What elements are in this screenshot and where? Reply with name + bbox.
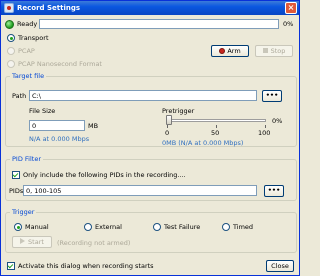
pid-filter-checkbox[interactable] xyxy=(12,171,20,179)
trigger-status: (Recording not armed) xyxy=(57,239,131,247)
activate-dialog-label: Activate this dialog when recording star… xyxy=(18,262,154,270)
trigger-radio-external[interactable] xyxy=(84,223,92,231)
pretrigger-tick xyxy=(265,125,266,128)
play-icon xyxy=(20,238,26,244)
file-size-unit: MB xyxy=(88,122,99,130)
trigger-label-timed: Timed xyxy=(233,223,254,231)
pretrigger-label: Pretrigger xyxy=(162,107,195,115)
file-size-label: File Size xyxy=(29,107,56,115)
pretrigger-tick-label-50: 50 xyxy=(211,129,220,137)
trigger-radio-timed[interactable] xyxy=(222,223,230,231)
title-bar[interactable]: Record Settings × xyxy=(1,1,299,15)
record-dot-icon xyxy=(219,48,226,54)
pretrigger-tick-label-0: 0 xyxy=(165,129,170,137)
mode-radio-transport[interactable] xyxy=(7,34,15,42)
ready-led-icon xyxy=(5,20,14,29)
trigger-radio-manual[interactable] xyxy=(14,223,22,231)
pretrigger-rate: 0MB (N/A at 0.000 Mbps) xyxy=(162,139,244,147)
target-file-title: Target file xyxy=(10,72,47,80)
window-title: Record Settings xyxy=(17,4,81,12)
mode-label-pcap: PCAP xyxy=(18,47,35,55)
file-size-rate: N/A at 0.000 Mbps xyxy=(29,135,90,143)
pretrigger-slider-thumb[interactable] xyxy=(166,115,172,125)
pid-filter-checkbox-label: Only include the following PIDs in the r… xyxy=(23,171,186,179)
browse-pids-button[interactable]: ••• xyxy=(264,185,284,197)
progress-percent: 0% xyxy=(283,20,294,28)
pids-input[interactable]: 0, 100-105 xyxy=(23,185,257,196)
trigger-label-test-failure: Test Failure xyxy=(164,223,201,231)
arm-button[interactable]: Arm xyxy=(211,45,249,57)
trigger-label-manual: Manual xyxy=(25,223,49,231)
status-row: Ready 0% xyxy=(5,19,297,30)
browse-path-button[interactable]: ••• xyxy=(262,90,282,102)
pid-filter-title: PID Filter xyxy=(10,155,44,163)
ready-label: Ready xyxy=(17,20,38,28)
pids-label: PIDs xyxy=(9,187,24,195)
record-icon xyxy=(4,3,14,13)
recording-progress-bar xyxy=(39,19,279,29)
activate-dialog-checkbox[interactable] xyxy=(7,262,15,270)
mode-radio-pcap[interactable] xyxy=(7,47,15,55)
pretrigger-tick-label-100: 100 xyxy=(258,129,271,137)
mode-label-pcap-nanosecond: PCAP Nanosecond Format xyxy=(18,60,102,68)
trigger-radio-test-failure[interactable] xyxy=(153,223,161,231)
stop-button[interactable]: Stop xyxy=(255,45,293,57)
path-input[interactable]: C:\ xyxy=(29,90,257,101)
close-button[interactable]: Close xyxy=(266,260,294,272)
mode-label-transport: Transport xyxy=(18,34,49,42)
pretrigger-percent: 0% xyxy=(272,117,283,125)
start-button-label: Start xyxy=(28,238,44,246)
stop-square-icon xyxy=(262,48,268,53)
close-window-button[interactable]: × xyxy=(285,2,297,14)
mode-radio-pcap-nanosecond[interactable] xyxy=(7,60,15,68)
trigger-label-external: External xyxy=(95,223,122,231)
path-label: Path xyxy=(12,92,27,100)
pretrigger-tick xyxy=(167,125,168,128)
file-size-input[interactable]: 0 xyxy=(29,120,85,131)
stop-button-label: Stop xyxy=(270,47,286,55)
record-settings-dialog: Record Settings × Ready 0% Transport PCA… xyxy=(0,0,300,276)
trigger-title: Trigger xyxy=(10,208,37,216)
start-button[interactable]: Start xyxy=(12,236,52,248)
pretrigger-tick xyxy=(216,125,217,128)
pretrigger-slider-track[interactable] xyxy=(166,119,266,122)
arm-button-label: Arm xyxy=(227,47,241,55)
